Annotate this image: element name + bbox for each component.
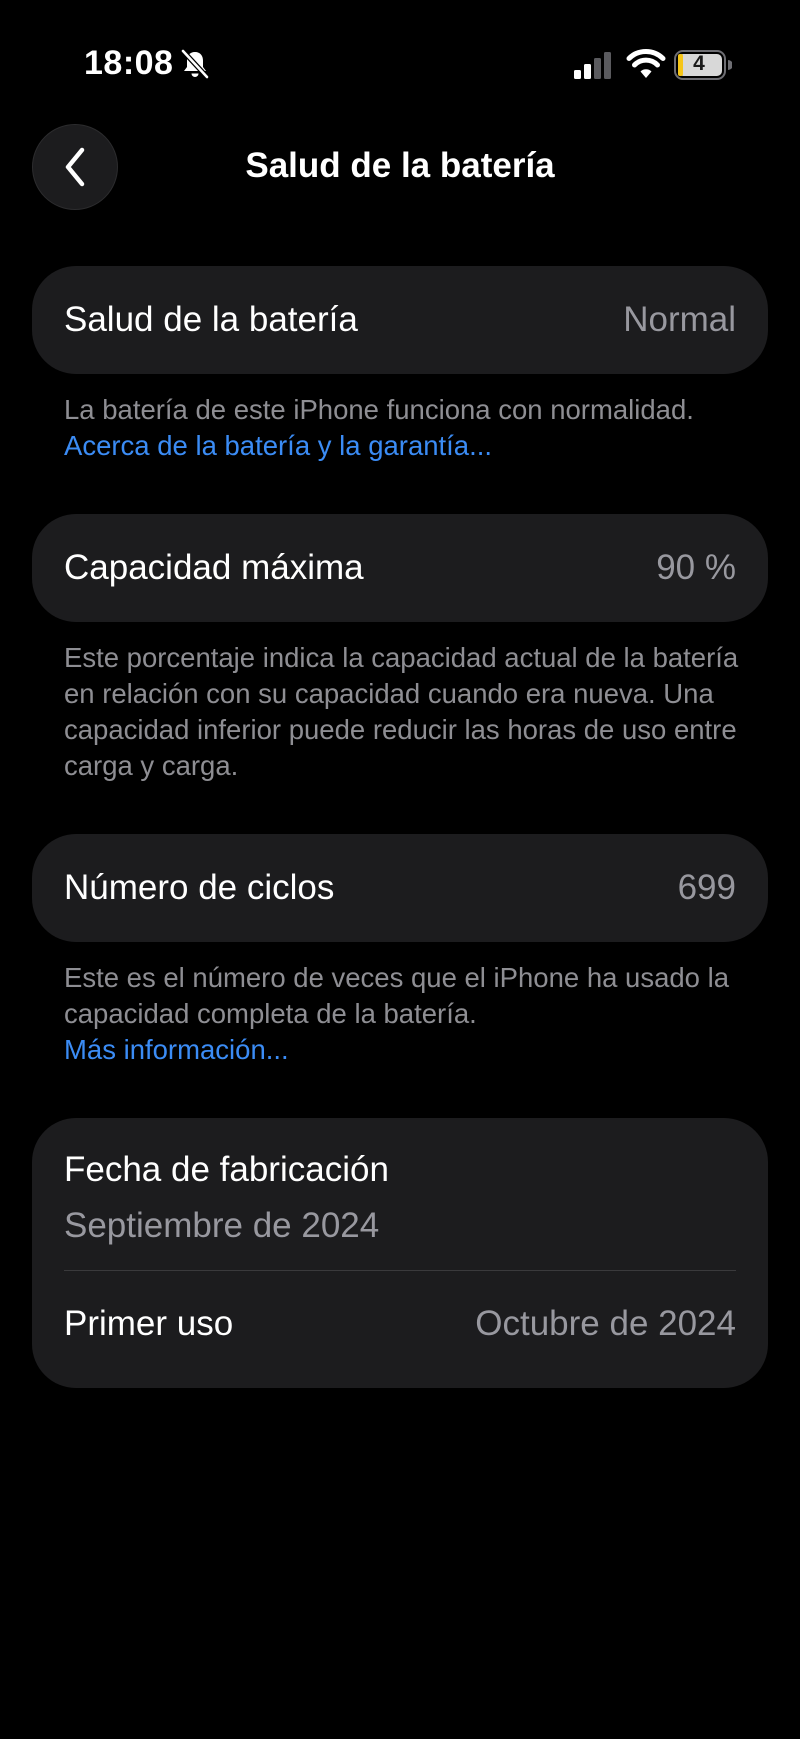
cycle-count-footnote: Este es el número de veces que el iPhone…	[64, 960, 744, 1068]
cellular-signal-icon	[574, 52, 611, 79]
manufacture-date-label: Fecha de fabricación	[64, 1150, 389, 1189]
battery-health-value: Normal	[623, 300, 736, 339]
bell-slash-icon	[181, 49, 209, 79]
dates-card: Fecha de fabricación Septiembre de 2024 …	[32, 1118, 768, 1388]
max-capacity-footnote: Este porcentaje indica la capacidad actu…	[64, 642, 739, 781]
manufacture-date-value: Septiembre de 2024	[64, 1206, 380, 1245]
first-use-row: Primer uso Octubre de 2024	[32, 1271, 768, 1377]
page-title: Salud de la batería	[245, 146, 555, 185]
max-capacity-label: Capacidad máxima	[64, 548, 364, 587]
first-use-value: Octubre de 2024	[475, 1304, 736, 1343]
first-use-label: Primer uso	[64, 1304, 234, 1343]
battery-health-card[interactable]: Salud de la batería Normal	[32, 266, 768, 374]
cycle-count-card: Número de ciclos 699	[32, 834, 768, 942]
battery-health-footnote: La batería de este iPhone funciona con n…	[64, 392, 744, 464]
battery-health-footnote-text: La batería de este iPhone funciona con n…	[64, 394, 694, 425]
more-info-link[interactable]: Más información...	[64, 1034, 289, 1065]
max-capacity-card: Capacidad máxima 90 %	[32, 514, 768, 622]
battery-level: 4	[693, 52, 705, 75]
status-time: 18:08	[84, 44, 174, 82]
cycle-count-footnote-text: Este es el número de veces que el iPhone…	[64, 962, 730, 1029]
battery-warranty-link[interactable]: Acerca de la batería y la garantía...	[64, 430, 492, 461]
wifi-icon	[626, 48, 666, 78]
status-bar: 18:08 4	[0, 0, 800, 120]
manufacture-date-row: Fecha de fabricación Septiembre de 2024	[32, 1118, 768, 1270]
cycle-count-label: Número de ciclos	[64, 868, 335, 907]
max-capacity-value: 90 %	[656, 548, 736, 587]
cycle-count-value: 699	[677, 868, 736, 907]
battery-health-label: Salud de la batería	[64, 300, 358, 339]
